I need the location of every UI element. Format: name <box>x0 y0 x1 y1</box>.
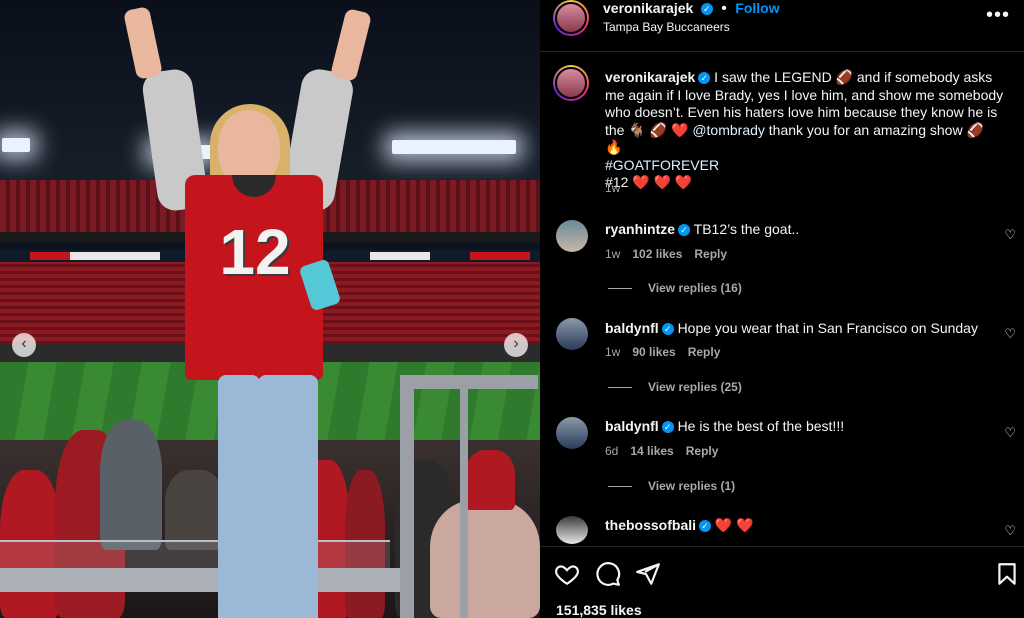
jersey-number: 12 <box>219 216 291 288</box>
metal-rail <box>460 389 468 618</box>
reply-button[interactable]: Reply <box>688 345 721 359</box>
post-header: veronikarajek ✓ • Follow Tampa Bay Bucca… <box>540 0 1024 52</box>
comment-likes[interactable]: 90 likes <box>632 345 675 359</box>
carousel-next-button[interactable]: › <box>504 333 528 357</box>
comment-icon[interactable] <box>595 561 621 587</box>
caption-text: veronikarajek ✓ I saw the LEGEND 🏈 and if… <box>605 69 1005 192</box>
comment-time[interactable]: 1w <box>605 345 620 359</box>
stadium-light <box>2 138 30 152</box>
comment-time[interactable]: 1w <box>605 247 620 261</box>
comment-text: TB12’s the goat.. <box>693 221 800 237</box>
commenter-avatar[interactable] <box>556 417 588 449</box>
comment-meta: 1w 90 likes Reply <box>605 345 732 359</box>
caption-username[interactable]: veronikarajek <box>605 69 695 85</box>
fan <box>430 500 540 618</box>
fan <box>465 450 515 510</box>
commenter-avatar[interactable] <box>556 220 588 252</box>
verified-badge-icon: ✓ <box>661 421 674 434</box>
comment-heart-icon[interactable]: ♡ <box>1004 523 1016 539</box>
verified-badge-icon: ✓ <box>699 520 712 533</box>
metal-rail <box>400 375 414 618</box>
reply-button[interactable]: Reply <box>686 444 719 458</box>
comment-heart-icon[interactable]: ♡ <box>1004 326 1016 342</box>
comment-text: He is the best of the best!!! <box>677 418 845 434</box>
fan <box>100 420 162 550</box>
bookmark-icon[interactable] <box>994 561 1020 587</box>
carousel-prev-button[interactable]: ‹ <box>12 333 36 357</box>
post-detail-panel: veronikarajek ✓ • Follow Tampa Bay Bucca… <box>540 0 1024 618</box>
comment-time[interactable]: 6d <box>605 444 618 458</box>
view-replies-button[interactable]: View replies (1) <box>608 479 735 493</box>
comment-meta: 1w 102 likes Reply <box>605 247 739 261</box>
comment-text: Hope you wear that in San Francisco on S… <box>677 320 978 336</box>
caption-avatar[interactable] <box>553 65 589 101</box>
reply-button[interactable]: Reply <box>694 247 727 261</box>
verified-badge-icon: ✓ <box>700 2 713 15</box>
jeans-left-leg <box>218 375 260 618</box>
mention-link[interactable]: @tombrady <box>692 122 765 138</box>
comment-username[interactable]: ryanhintze <box>605 221 675 237</box>
post-location[interactable]: Tampa Bay Buccaneers <box>603 20 730 34</box>
comment-username[interactable]: baldynfl <box>605 320 659 336</box>
comment-heart-icon[interactable]: ♡ <box>1004 425 1016 441</box>
hashtag-link[interactable]: #GOATFOREVER <box>605 157 719 173</box>
view-replies-button[interactable]: View replies (25) <box>608 380 742 394</box>
fan <box>165 470 225 550</box>
author-username[interactable]: veronikarajek <box>603 0 693 16</box>
more-options-icon[interactable]: ••• <box>986 4 1010 27</box>
share-icon[interactable] <box>635 561 661 587</box>
verified-badge-icon: ✓ <box>661 323 674 336</box>
comment-item: thebossofbali ✓ ❤️ ❤️ <box>605 517 754 534</box>
dot-separator: • <box>721 0 727 17</box>
comment-heart-icon[interactable]: ♡ <box>1004 227 1016 243</box>
commenter-avatar[interactable] <box>556 318 588 350</box>
likes-count[interactable]: 151,835 likes <box>556 602 642 618</box>
verified-badge-icon: ✓ <box>678 224 691 237</box>
stadium-light <box>392 140 516 154</box>
heart-icon[interactable] <box>554 561 580 587</box>
metal-rail <box>400 375 538 389</box>
comment-item: ryanhintze ✓ TB12’s the goat.. <box>605 221 799 237</box>
comment-text: ❤️ ❤️ <box>714 517 754 533</box>
comment-username[interactable]: thebossofbali <box>605 517 696 533</box>
post-actions-bar: 151,835 likes <box>540 546 1024 618</box>
comment-item: baldynfl ✓ He is the best of the best!!! <box>605 418 844 434</box>
comment-username[interactable]: baldynfl <box>605 418 659 434</box>
comment-likes[interactable]: 14 likes <box>630 444 673 458</box>
jeans-right-leg <box>258 375 318 618</box>
comment-likes[interactable]: 102 likes <box>632 247 682 261</box>
caption-time[interactable]: 1w <box>605 181 620 195</box>
follow-button[interactable]: Follow <box>735 0 779 16</box>
comment-meta: 6d 14 likes Reply <box>605 444 730 458</box>
view-replies-button[interactable]: View replies (16) <box>608 281 742 295</box>
comment-item: baldynfl ✓ Hope you wear that in San Fran… <box>605 320 978 336</box>
commenter-avatar[interactable] <box>556 516 588 544</box>
metal-rail <box>0 568 400 592</box>
post-photo[interactable]: 12 ‹ › <box>0 0 540 618</box>
verified-badge-icon: ✓ <box>698 72 711 85</box>
author-line: veronikarajek ✓ • Follow <box>603 0 780 18</box>
author-avatar[interactable] <box>553 0 589 36</box>
